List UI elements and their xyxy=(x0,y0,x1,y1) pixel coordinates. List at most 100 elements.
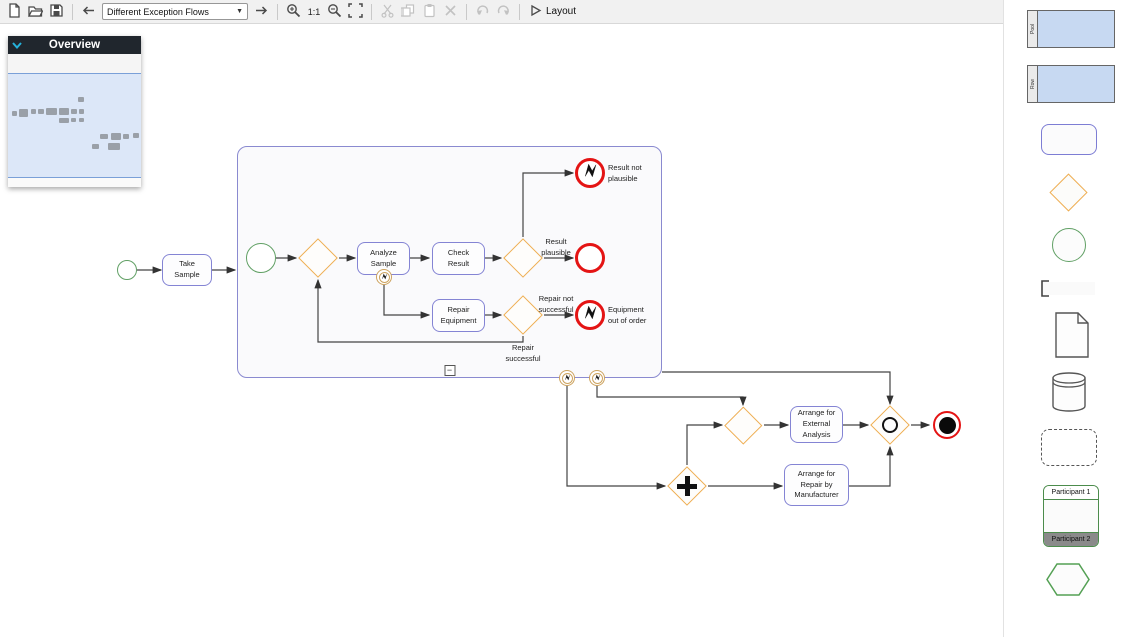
overview-header[interactable]: Overview xyxy=(8,36,141,54)
task-arrange-repair-manufacturer[interactable]: Arrange for Repair by Manufacturer xyxy=(784,464,849,506)
task-repair-equipment[interactable]: Repair Equipment xyxy=(432,299,485,332)
subprocess-start-event[interactable] xyxy=(246,243,276,273)
label-result-plausible: Result plausible xyxy=(536,237,576,258)
palette-item-gateway[interactable] xyxy=(1055,179,1082,206)
minimap-shape xyxy=(46,108,57,115)
diagram-select-value: Different Exception Flows xyxy=(107,7,209,17)
inner-ring xyxy=(562,373,573,384)
fit-screen-button[interactable] xyxy=(346,2,365,22)
zoom-in-icon xyxy=(286,3,301,21)
copy-button[interactable] xyxy=(399,2,418,22)
palette-item-event[interactable] xyxy=(1052,228,1086,262)
gateway-exclusive-4[interactable] xyxy=(724,406,762,444)
paste-icon xyxy=(422,3,437,21)
delete-button[interactable] xyxy=(441,2,460,22)
palette-item-pool-label: Pool xyxy=(1030,24,1036,34)
arrow-right-icon xyxy=(254,3,269,21)
gateway-parallel[interactable] xyxy=(667,466,707,506)
palette-item-data-store[interactable] xyxy=(1052,372,1086,417)
palette-item-lane[interactable]: Row xyxy=(1027,65,1115,103)
undo-button[interactable] xyxy=(473,2,492,22)
label-equipment-out-of-order: Equipment out of order xyxy=(608,305,660,326)
minimap-shape xyxy=(59,118,69,123)
boundary-error-subprocess-2[interactable] xyxy=(589,370,605,386)
gateway-diamond xyxy=(298,238,338,278)
sequence-flow-15[interactable] xyxy=(567,386,665,486)
end-event-terminate[interactable] xyxy=(933,411,961,439)
zoom-one-to-one-button-label: 1:1 xyxy=(308,7,321,17)
sequence-flow-14[interactable] xyxy=(662,372,890,404)
cut-button[interactable] xyxy=(378,2,397,22)
undo-icon xyxy=(475,3,490,21)
parallel-plus-icon xyxy=(667,466,707,506)
collapse-marker-icon[interactable]: − xyxy=(444,365,455,376)
chevron-down-icon[interactable] xyxy=(8,42,26,49)
inner-ring xyxy=(592,373,603,384)
overview-margin-top xyxy=(8,54,141,73)
minimap-shape xyxy=(12,111,17,116)
inclusive-circle-icon xyxy=(870,405,910,445)
palette-item-group[interactable] xyxy=(1041,429,1097,466)
open-folder-icon xyxy=(28,3,43,21)
next-diagram-button[interactable] xyxy=(252,2,271,22)
sequence-flow-20[interactable] xyxy=(849,447,890,486)
zoom-out-button[interactable] xyxy=(325,2,344,22)
paste-button[interactable] xyxy=(420,2,439,22)
overview-viewport[interactable] xyxy=(8,73,141,178)
task-take-sample[interactable]: Take Sample xyxy=(162,254,212,286)
minimap-shape xyxy=(111,133,121,140)
palette-item-pool[interactable]: Pool xyxy=(1027,10,1115,48)
boundary-error-subprocess-1[interactable] xyxy=(559,370,575,386)
zoom-out-icon xyxy=(327,3,342,21)
save-button[interactable] xyxy=(47,2,66,22)
error-bolt-icon xyxy=(563,369,572,387)
sequence-flow-16[interactable] xyxy=(687,425,722,465)
redo-button[interactable] xyxy=(494,2,513,22)
new-file-button[interactable] xyxy=(5,2,24,22)
start-event[interactable] xyxy=(117,260,137,280)
layout-button[interactable]: Layout xyxy=(526,2,578,22)
toolbar-separator xyxy=(277,4,278,20)
play-icon xyxy=(528,3,543,21)
palette-item-task[interactable] xyxy=(1041,124,1097,155)
task-check-result[interactable]: Check Result xyxy=(432,242,485,275)
toolbar: Different Exception Flows ▼ 1:1 Layout xyxy=(0,0,1003,24)
prev-diagram-button[interactable] xyxy=(79,2,98,22)
end-event-result-plausible[interactable] xyxy=(575,243,605,273)
new-file-icon xyxy=(7,3,22,21)
open-button[interactable] xyxy=(26,2,45,22)
minimap-shape xyxy=(59,108,69,115)
fit-screen-icon xyxy=(348,3,363,21)
canvas-palette-divider xyxy=(1003,0,1004,637)
minimap-shape xyxy=(100,134,108,139)
palette-item-participants[interactable]: Participant 1Participant 2 xyxy=(1043,485,1099,547)
boundary-error-analyze-sample[interactable] xyxy=(376,269,392,285)
minimap-shape xyxy=(108,143,120,150)
label-result-not-plausible: Result not plausible xyxy=(608,163,656,184)
palette-item-data-object[interactable] xyxy=(1055,312,1089,363)
minimap-shape xyxy=(92,144,99,149)
palette-item-text-annotation[interactable] xyxy=(1041,280,1097,302)
minimap-shape xyxy=(79,118,84,122)
palette-item-conversation[interactable] xyxy=(1046,563,1090,601)
gateway-inclusive[interactable] xyxy=(870,405,910,445)
sequence-flow-13[interactable] xyxy=(597,386,743,405)
end-event-equipment-out-of-order[interactable] xyxy=(575,300,605,330)
layout-button-label: Layout xyxy=(546,6,576,17)
zoom-in-button[interactable] xyxy=(284,2,303,22)
terminate-core xyxy=(939,417,956,434)
end-event-result-not-plausible[interactable] xyxy=(575,158,605,188)
overview-panel[interactable]: Overview xyxy=(8,36,141,187)
shape-palette: Pool Row Participant 1Participant 2 xyxy=(1010,0,1132,637)
zoom-one-to-one-button[interactable]: 1:1 xyxy=(305,2,323,22)
task-arrange-external-analysis[interactable]: Arrange for External Analysis xyxy=(790,406,843,443)
chevron-down-icon: ▼ xyxy=(236,8,243,15)
minimap-shape xyxy=(133,133,139,138)
toolbar-separator xyxy=(72,4,73,20)
delete-x-icon xyxy=(443,3,458,21)
overview-margin-bottom xyxy=(8,178,141,187)
diagram-select[interactable]: Different Exception Flows ▼ xyxy=(102,3,248,20)
gateway-exclusive-1[interactable] xyxy=(298,238,338,278)
diagram-canvas[interactable]: −Take SampleAnalyze SampleCheck ResultRe… xyxy=(0,0,1003,637)
minimap-shape xyxy=(31,109,36,114)
